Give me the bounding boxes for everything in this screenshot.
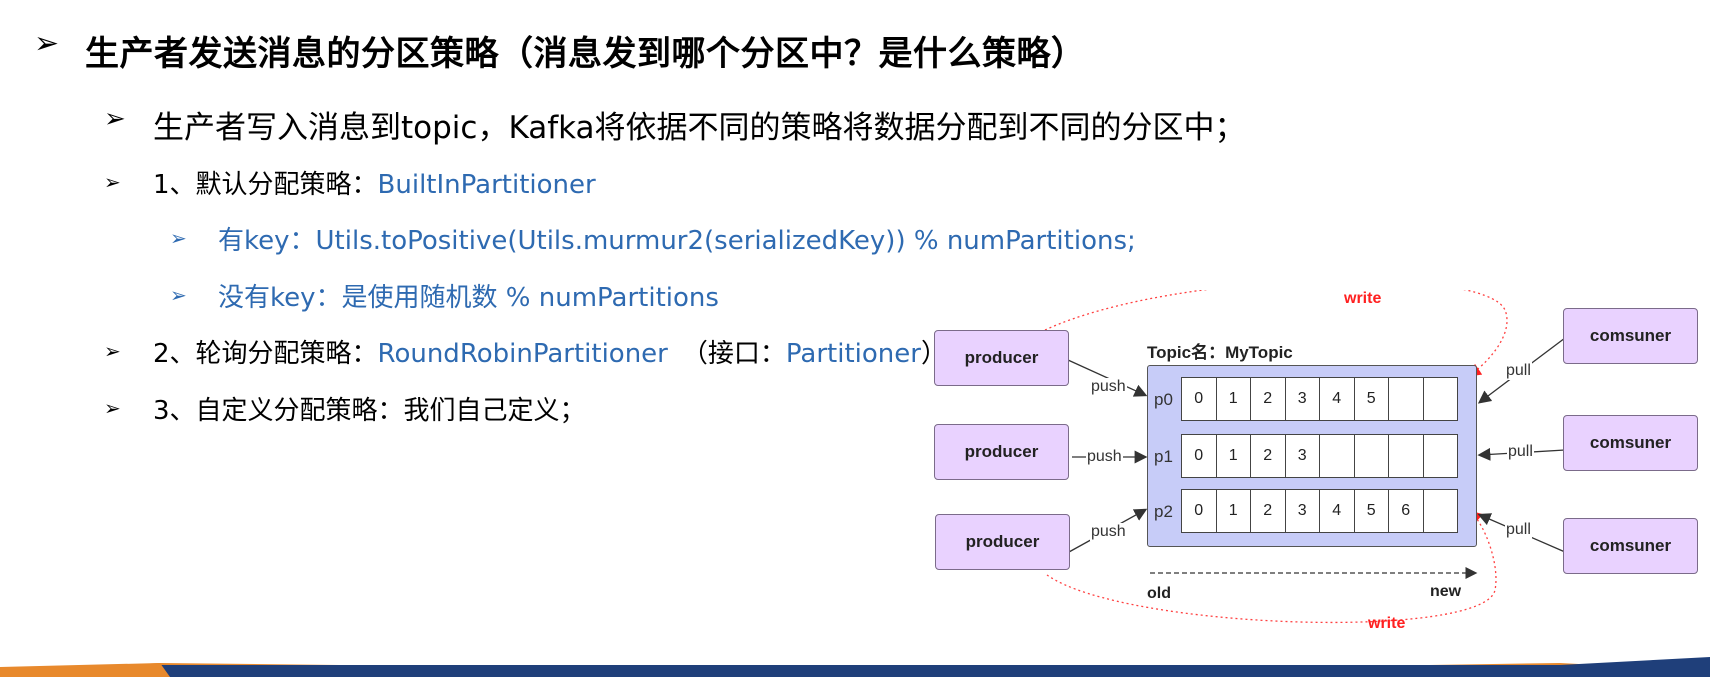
default-strategy-label: 1、默认分配策略： [153,170,378,200]
partition-row-p2: 0 1 2 3 4 5 6 [1181,489,1458,533]
bullet-icon: ➢ [104,339,121,363]
partition-label-p0: p0 [1154,390,1173,409]
offset-cell [1422,434,1458,478]
partition-label-p1: p1 [1154,447,1173,466]
kafka-partition-diagram: producer producer producer comsuner coms… [925,290,1705,645]
page-title: 生产者发送消息的分区策略（消息发到哪个分区中？是什么策略） [85,34,1086,74]
round-robin-class: RoundRobinPartitioner [377,339,668,369]
bullet-icon: ➢ [104,396,121,420]
partition-label-p2: p2 [1154,502,1173,521]
producer-box-2: producer [934,424,1069,480]
push-label-2: push [1086,448,1123,466]
with-key-label: 有key： [218,226,316,256]
consumer-box-1: comsuner [1563,308,1698,364]
consumer-box-3: comsuner [1563,518,1698,574]
offset-cell [1388,377,1424,421]
topic-title: Topic名：MyTopic [1147,343,1293,362]
pull-label-3: pull [1505,521,1532,539]
push-label-3: push [1090,523,1127,541]
interface-label: （接口： [681,339,786,369]
offset-cell [1422,489,1458,533]
round-robin-label: 2、轮询分配策略： [153,339,378,369]
offset-cell: 4 [1319,377,1355,421]
with-key-item: 有key：Utils.toPositive(Utils.murmur2(seri… [218,220,1136,257]
no-key-item: 没有key：是使用随机数 % numPartitions [218,283,719,313]
offset-cell: 0 [1181,377,1217,421]
producer-box-3: producer [935,514,1070,570]
intro-statement: 生产者写入消息到topic，Kafka将依据不同的策略将数据分配到不同的分区中； [153,110,1246,146]
push-label-1: push [1090,378,1127,396]
partition-row-p0: 0 1 2 3 4 5 [1181,377,1458,421]
write-label-top: write [1344,290,1382,307]
interface-name: Partitioner [785,339,921,369]
offset-cell [1388,434,1424,478]
with-key-formula: Utils.toPositive(Utils.murmur2(serialize… [315,226,1136,256]
offset-cell [1422,377,1458,421]
offset-cell: 1 [1215,489,1251,533]
custom-strategy-item: 3、自定义分配策略：我们自己定义； [153,396,586,426]
heading-bullet-icon: ➢ [34,26,60,61]
pull-label-2: pull [1507,443,1534,461]
offset-cell: 0 [1181,489,1217,533]
bullet-icon: ➢ [104,104,126,134]
bullet-icon: ➢ [104,170,121,194]
offset-cell: 1 [1215,434,1251,478]
default-strategy-class: BuiltInPartitioner [377,170,596,200]
offset-cell [1353,434,1389,478]
pull-label-1: pull [1505,362,1532,380]
consumer-box-2: comsuner [1563,415,1698,471]
offset-cell: 2 [1250,489,1286,533]
offset-cell: 1 [1215,377,1251,421]
bullet-icon: ➢ [170,283,187,307]
offset-cell: 2 [1250,434,1286,478]
offset-cell [1319,434,1355,478]
bullet-icon: ➢ [170,226,187,250]
new-label: new [1430,583,1462,600]
offset-cell: 0 [1181,434,1217,478]
round-robin-item: 2、轮询分配策略：RoundRobinPartitioner （接口：Partit… [153,333,947,370]
producer-box-1: producer [934,330,1069,386]
offset-cell: 3 [1284,377,1320,421]
write-label-bottom: write [1368,615,1406,632]
offset-cell: 3 [1284,434,1320,478]
offset-cell: 4 [1319,489,1355,533]
default-strategy-item: 1、默认分配策略：BuiltInPartitioner [153,164,596,201]
footer-decoration [0,657,1710,677]
offset-cell: 6 [1388,489,1424,533]
offset-cell: 3 [1284,489,1320,533]
offset-cell: 5 [1353,489,1389,533]
partition-row-p1: 0 1 2 3 [1181,434,1458,478]
offset-cell: 2 [1250,377,1286,421]
old-label: old [1147,585,1171,602]
offset-cell: 5 [1353,377,1389,421]
